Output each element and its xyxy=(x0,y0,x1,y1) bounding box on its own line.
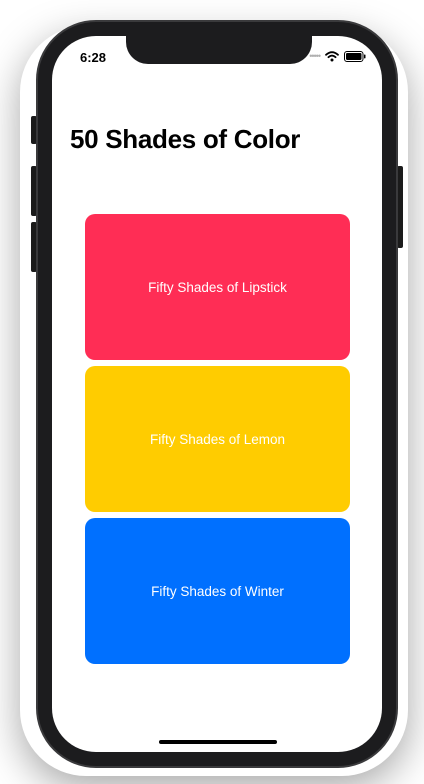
card-label: Fifty Shades of Lemon xyxy=(149,431,286,447)
card-lipstick[interactable]: Fifty Shades of Lipstick xyxy=(85,214,350,360)
signal-dots-icon: ••••• xyxy=(309,51,321,61)
home-indicator[interactable] xyxy=(159,740,277,744)
status-time: 6:28 xyxy=(80,50,107,65)
wifi-icon xyxy=(325,50,339,62)
battery-icon xyxy=(344,50,366,62)
notch xyxy=(126,36,312,64)
card-label: Fifty Shades of Winter xyxy=(151,583,284,599)
phone-screen: 6:28 ••••• 50 Shades of Color Fifty Shad… xyxy=(52,36,382,752)
status-indicators: ••••• xyxy=(309,49,366,63)
card-label: Fifty Shades of Lipstick xyxy=(148,279,287,295)
device-frame: 6:28 ••••• 50 Shades of Color Fifty Shad… xyxy=(36,20,398,768)
page-title: 50 Shades of Color xyxy=(70,124,301,154)
card-lemon[interactable]: Fifty Shades of Lemon xyxy=(85,366,350,512)
card-winter[interactable]: Fifty Shades of Winter xyxy=(85,518,350,664)
